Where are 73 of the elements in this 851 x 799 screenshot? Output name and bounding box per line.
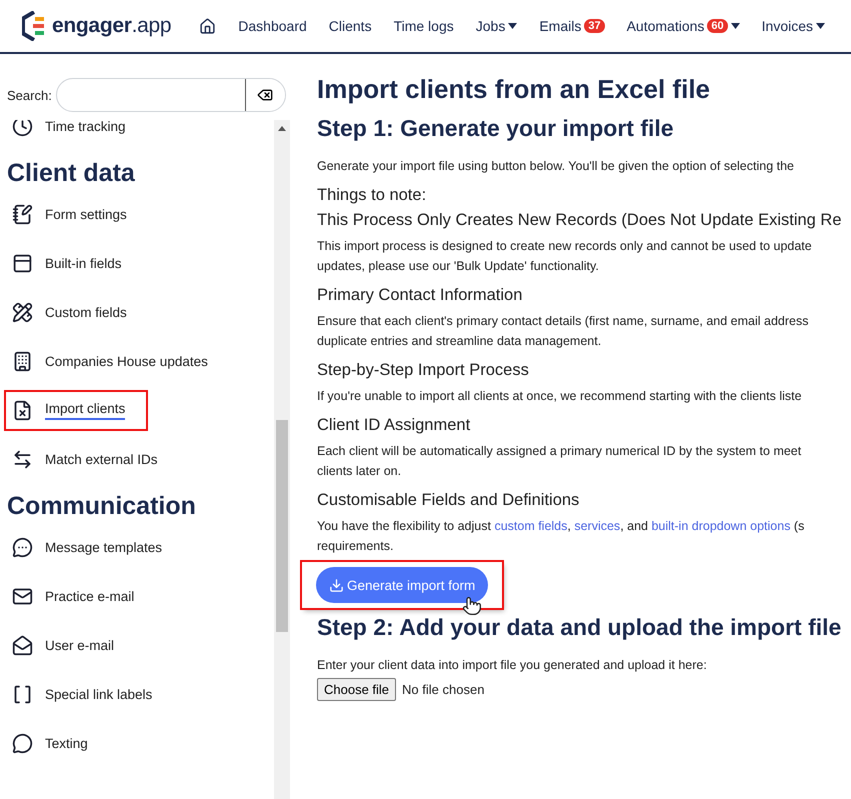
sidebar-item[interactable]: Form settings (0, 190, 274, 239)
inline-link[interactable]: built-in dropdown options (651, 519, 790, 533)
count-badge: 60 (707, 19, 728, 33)
note-heading: Step-by-Step Import Process (317, 361, 530, 380)
nav-link[interactable]: Automations 60 (626, 18, 740, 34)
file-x-icon (12, 400, 33, 421)
pencil-ruler-icon (12, 302, 33, 323)
count-badge: 37 (584, 19, 605, 33)
brand-name[interactable]: engager.app (52, 14, 172, 38)
panel-icon (12, 253, 33, 274)
home-icon (199, 18, 216, 34)
search-field[interactable] (56, 78, 286, 112)
logo-icon (22, 11, 46, 41)
note-paragraph: This import process is designed to create new records only and cannot be used to update updates, please use our 'Bulk Update' functionality. (317, 238, 813, 275)
mail-icon (12, 586, 33, 607)
generate-button[interactable]: Generate import form (316, 567, 488, 603)
step-heading: Step 1: Generate your import file (317, 115, 675, 142)
note-heading: Customisable Fields and Definitions (317, 491, 580, 510)
scrollbar[interactable] (274, 120, 290, 799)
sidebar-item[interactable]: Time tracking (0, 120, 274, 151)
nav-link[interactable]: Time logs (394, 18, 454, 34)
sidebar-item[interactable]: Import clients (0, 386, 152, 435)
section-heading: Communication (6, 491, 197, 522)
notes-heading: Things to note: (317, 186, 428, 205)
brackets-icon (12, 684, 33, 705)
file-status: No file chosen (402, 682, 484, 697)
caret-icon (508, 23, 518, 29)
nav-link[interactable]: Clients (328, 18, 372, 34)
hand-cursor-icon (462, 596, 482, 616)
sidebar-item[interactable]: Practice e-mail (0, 572, 274, 621)
clock-icon (12, 120, 33, 137)
sidebar-item[interactable]: Custom fields (0, 288, 274, 337)
caret-icon (816, 23, 826, 29)
nav-link[interactable]: Dashboard (238, 18, 307, 34)
search-label: Search: (7, 88, 52, 102)
choose-file-button[interactable]: Choose file (317, 678, 396, 701)
nav-link[interactable]: Jobs (476, 18, 518, 34)
page-title: Import clients from an Excel file (317, 74, 711, 105)
section-heading: Client data (6, 158, 136, 189)
sidebar-item[interactable]: Built-in fields (0, 239, 274, 288)
note-paragraph: Each client will be automatically assigned a primary numerical ID by the system to meet clients later on. (317, 443, 802, 480)
backspace-icon (257, 87, 274, 103)
sidebar-item[interactable]: Texting (0, 719, 274, 768)
nav-link[interactable]: Invoices (762, 18, 826, 34)
note-paragraph: If you're unable to import all clients at once, we recommend starting with the clients liste (317, 388, 803, 405)
sidebar-item[interactable]: Match external IDs (0, 435, 274, 484)
nav-link[interactable]: Emails 37 (539, 18, 605, 34)
home-link[interactable] (199, 18, 216, 34)
inline-link[interactable]: custom fields (494, 519, 568, 533)
note-heading: Primary Contact Information (317, 286, 524, 305)
note-paragraph: You have the flexibility to adjust custom fields, services, and built-in dropdown options (s requirements. (317, 518, 806, 555)
note-paragraph: Ensure that each client's primary contact details (first name, surname, and email address duplicate entries and streamline data management. (317, 313, 810, 350)
chat-icon (12, 537, 33, 558)
mail-open-icon (12, 635, 33, 656)
download-icon (329, 578, 344, 592)
form-pen-icon (12, 204, 33, 225)
chat-icon (12, 733, 33, 754)
sidebar-item[interactable]: Companies House updates (0, 337, 274, 386)
note-heading: This Process Only Creates New Records (Does Not Update Existing Re (317, 211, 843, 230)
scroll-up-icon[interactable] (278, 126, 286, 130)
building-icon (12, 351, 33, 372)
scrollbar-thumb[interactable] (276, 420, 288, 632)
clear-button[interactable] (244, 79, 285, 111)
sidebar-item[interactable]: Special link labels (0, 670, 274, 719)
note-heading: Client ID Assignment (317, 416, 472, 435)
sidebar-item[interactable]: Message templates (0, 523, 274, 572)
sidebar-item[interactable]: User e-mail (0, 621, 274, 670)
step-heading: Step 2: Add your data and upload the import file (317, 614, 842, 641)
arrows-icon (12, 449, 33, 470)
intro-text: Generate your import file using button below. You'll be given the option of selecting the (317, 158, 796, 175)
upload-text: Enter your client data into import file you generated and upload it here: (317, 657, 708, 674)
inline-link[interactable]: services (574, 519, 620, 533)
caret-icon (730, 23, 740, 29)
